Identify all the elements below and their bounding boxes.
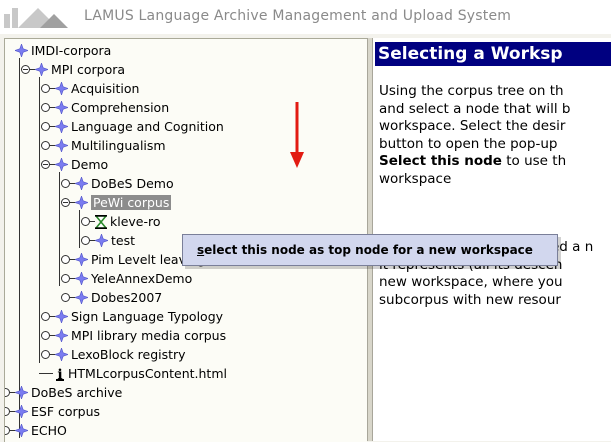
tree-node[interactable]: YeleAnnexDemo <box>75 269 192 288</box>
tree-guide-line <box>59 172 60 286</box>
tree-node[interactable]: Comprehension <box>55 98 169 117</box>
corpus-star-icon <box>75 272 88 285</box>
tree-node-label: DoBeS archive <box>31 385 123 400</box>
help-text-line: Using the corpus tree on th <box>379 83 564 99</box>
corpus-star-icon <box>15 386 28 399</box>
tree-node[interactable]: DoBeS archive <box>15 383 122 402</box>
corpus-star-icon <box>95 234 108 247</box>
corpus-star-icon <box>55 82 68 95</box>
tree-node[interactable]: Acquisition <box>55 79 139 98</box>
tree-node-label: IMDI-corpora <box>31 43 112 58</box>
tree-node-label: HTMLcorpusContent.html <box>68 366 227 381</box>
tree-node-label: YeleAnnexDemo <box>91 271 193 286</box>
corpus-star-icon <box>35 63 48 76</box>
tree-node[interactable]: MPI corpora <box>35 60 125 79</box>
help-text-line: workspace. Select the desir <box>379 118 566 135</box>
help-text-line: and select a node that will b <box>379 100 571 117</box>
tree-node[interactable]: i HTMLcorpusContent.html <box>55 364 227 383</box>
tree-guide-line <box>19 58 20 438</box>
tree-node-label: ESF corpus <box>31 404 101 419</box>
info-document-icon: i <box>55 367 65 381</box>
tree-node-label: Sign Language Typology <box>71 309 224 324</box>
tree-node-label: Comprehension <box>71 100 170 115</box>
tree-node[interactable]: IMDI-corpora <box>15 41 111 60</box>
help-text-line: subcorpus with new resour <box>379 291 561 308</box>
corpus-star-icon <box>15 424 28 437</box>
tree-connector-line <box>39 373 53 374</box>
help-title: Selecting a Worksp <box>375 42 611 66</box>
context-menu: select this node as top node for a new w… <box>182 234 558 266</box>
tree-node-label: LexoBlock registry <box>71 347 186 362</box>
corpus-star-icon <box>75 196 88 209</box>
tree-node[interactable]: PeWi corpus <box>75 193 172 212</box>
tree-guide-line <box>39 77 40 363</box>
corpus-star-icon <box>75 177 88 190</box>
corpus-star-icon <box>75 291 88 304</box>
tree-node[interactable]: LexoBlock registry <box>55 345 186 364</box>
tree-guide-line <box>79 210 80 248</box>
select-top-node-menu-item[interactable]: select this node as top node for a new w… <box>189 240 557 260</box>
help-text-line: button to open the pop-up <box>379 135 558 152</box>
tree-node-label: Language and Cognition <box>71 119 224 134</box>
help-text-line: Select this node to use th <box>379 153 571 171</box>
svg-text:i: i <box>57 367 62 381</box>
lamus-logo <box>4 8 68 28</box>
app-header: LAMUS Language Archive Management and Up… <box>0 0 611 34</box>
tree-node[interactable]: Sign Language Typology <box>55 307 223 326</box>
corpus-star-icon <box>15 44 28 57</box>
tree-node[interactable]: DoBeS Demo <box>75 174 174 193</box>
tree-node-label: Acquisition <box>71 81 140 96</box>
corpus-star-icon <box>55 348 68 361</box>
help-text-line: workspace <box>379 170 452 187</box>
corpus-star-icon <box>55 158 68 171</box>
corpus-star-icon <box>55 139 68 152</box>
help-bold-text: Select this node <box>379 153 502 170</box>
tree-node[interactable]: Dobes2007 <box>75 288 162 307</box>
tree-node[interactable]: ECHO <box>15 421 67 440</box>
tree-node[interactable]: ESF corpus <box>15 402 100 421</box>
session-hourglass-icon <box>95 214 107 229</box>
tree-node[interactable]: kleve-ro <box>95 212 161 231</box>
tree-node[interactable]: test <box>95 231 135 250</box>
tree-node[interactable]: Language and Cognition <box>55 117 224 136</box>
app-title: LAMUS Language Archive Management and Up… <box>84 8 512 24</box>
tree-node[interactable]: Demo <box>55 155 108 174</box>
corpus-star-icon <box>55 329 68 342</box>
tree-node-label: Dobes2007 <box>91 290 163 305</box>
corpus-star-icon <box>55 101 68 114</box>
help-text-line: new workspace, where you <box>379 274 563 291</box>
tree-node-label: test <box>111 233 136 248</box>
tree-node-label: kleve-ro <box>110 214 161 229</box>
tree-node[interactable]: Multilingualism <box>55 136 166 155</box>
corpus-star-icon <box>15 405 28 418</box>
corpus-star-icon <box>75 253 88 266</box>
corpus-star-icon <box>55 310 68 323</box>
help-text-fragment: to use th <box>501 153 567 170</box>
help-paragraph-1: Using the corpus tree on th and select a… <box>379 83 571 189</box>
tree-node-label: Demo <box>71 157 109 172</box>
tree-node-label: ECHO <box>31 423 67 438</box>
tree-node-label: MPI corpora <box>51 62 126 77</box>
tree-node-label: Multilingualism <box>71 138 166 153</box>
tree-node-label: MPI library media corpus <box>71 328 227 343</box>
red-down-arrow-icon <box>290 102 304 168</box>
tree-node-label: DoBeS Demo <box>91 176 174 191</box>
tree-node[interactable]: MPI library media corpus <box>55 326 226 345</box>
corpus-star-icon <box>55 120 68 133</box>
tree-node-label: PeWi corpus <box>91 195 172 210</box>
